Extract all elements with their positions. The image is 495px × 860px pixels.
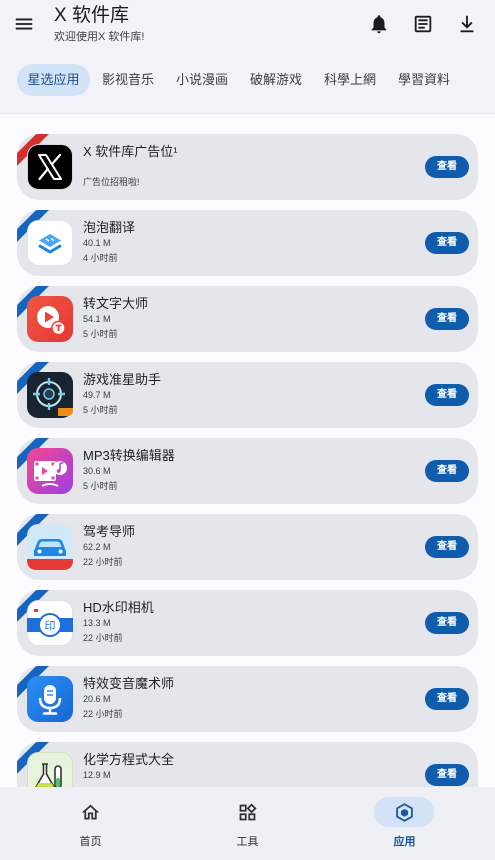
app-card[interactable]: 驾考导师 62.2 M 22 小时前 查看 bbox=[17, 514, 478, 580]
app-time: 22 小时前 bbox=[83, 633, 123, 643]
app-card[interactable]: 特效变音魔术师 20.6 M 22 小时前 查看 bbox=[17, 666, 478, 732]
bell-icon[interactable] bbox=[368, 13, 390, 35]
app-time: 22 小时前 bbox=[83, 709, 123, 719]
nav-label: 首页 bbox=[79, 836, 102, 848]
app-time: 5 小时前 bbox=[83, 405, 118, 415]
watermark-camera-icon: 印 bbox=[27, 600, 73, 646]
app-size: 49.7 M bbox=[83, 390, 111, 400]
crosshair-icon bbox=[27, 372, 73, 418]
app-name: 泡泡翻译 bbox=[83, 220, 136, 235]
app-name: 特效变音魔术师 bbox=[83, 676, 175, 691]
app-card[interactable]: 转文字大师 54.1 M 5 小时前 查看 bbox=[17, 286, 478, 352]
nav-item-home[interactable]: 首页 bbox=[12, 787, 169, 860]
view-button[interactable]: 查看 bbox=[425, 536, 469, 558]
tab-vpn[interactable]: 科學上網 bbox=[313, 64, 387, 96]
view-button[interactable]: 查看 bbox=[425, 156, 469, 178]
app-name: X 软件库广告位¹ bbox=[83, 144, 178, 159]
view-button[interactable]: 查看 bbox=[425, 232, 469, 254]
app-size: 62.2 M bbox=[83, 542, 111, 552]
app-note: 广告位招租啦! bbox=[83, 177, 140, 187]
tools-icon bbox=[217, 797, 277, 827]
app-card[interactable]: 泡泡翻译 40.1 M 4 小时前 查看 bbox=[17, 210, 478, 276]
app-list: X 软件库广告位¹ 广告位招租啦! 查看 泡泡翻译 40.1 M 4 小时前 查… bbox=[17, 134, 478, 818]
app-name: MP3转换编辑器 bbox=[83, 448, 175, 463]
view-button[interactable]: 查看 bbox=[425, 612, 469, 634]
app-time: 4 小时前 bbox=[83, 253, 118, 263]
document-icon[interactable] bbox=[412, 13, 434, 35]
app-name: 转文字大师 bbox=[83, 296, 149, 311]
nav-label: 工具 bbox=[236, 836, 259, 848]
view-button[interactable]: 查看 bbox=[425, 384, 469, 406]
app-size: 30.6 M bbox=[83, 466, 111, 476]
app-name: HD水印相机 bbox=[83, 600, 154, 615]
apps-icon bbox=[374, 797, 434, 827]
tab-cracked-games[interactable]: 破解游戏 bbox=[239, 64, 313, 96]
app-card[interactable]: 游戏准星助手 49.7 M 5 小时前 查看 bbox=[17, 362, 478, 428]
bottom-navigation: 首页 工具 应用 bbox=[0, 787, 495, 860]
car-icon bbox=[27, 524, 73, 570]
icon-glyph: 印 bbox=[45, 620, 56, 633]
tab-learning[interactable]: 學習資料 bbox=[387, 64, 461, 96]
category-tabs: 星选应用 影视音乐 小说漫画 破解游戏 科學上網 學習資料 bbox=[17, 64, 461, 96]
app-size: 54.1 M bbox=[83, 314, 111, 324]
microphone-icon bbox=[27, 676, 73, 722]
speech-to-text-icon bbox=[27, 296, 73, 342]
view-button[interactable]: 查看 bbox=[425, 460, 469, 482]
app-subtitle: 欢迎使用X 软件库! bbox=[54, 31, 145, 43]
view-button[interactable]: 查看 bbox=[425, 308, 469, 330]
app-name: 化学方程式大全 bbox=[83, 752, 175, 767]
app-size: 20.6 M bbox=[83, 694, 111, 704]
mp3-editor-icon bbox=[27, 448, 73, 494]
app-size: 40.1 M bbox=[83, 238, 111, 248]
download-icon[interactable] bbox=[456, 13, 478, 35]
app-name: 游戏准星助手 bbox=[83, 372, 162, 387]
app-time: 5 小时前 bbox=[83, 481, 118, 491]
app-name: 驾考导师 bbox=[83, 524, 136, 539]
bubble-translate-icon bbox=[27, 220, 73, 266]
nav-item-tools[interactable]: 工具 bbox=[169, 787, 326, 860]
app-time: 22 小时前 bbox=[83, 557, 123, 567]
tab-video-music[interactable]: 影视音乐 bbox=[91, 64, 165, 96]
app-time: 5 小时前 bbox=[83, 329, 118, 339]
app-title: X 软件库 bbox=[54, 5, 129, 26]
app-header: X 软件库 欢迎使用X 软件库! 星选应用 影视音乐 小说漫画 破解游戏 科學上… bbox=[0, 0, 495, 114]
home-icon bbox=[60, 797, 120, 827]
nav-label: 应用 bbox=[393, 836, 416, 848]
view-button[interactable]: 查看 bbox=[425, 688, 469, 710]
app-size: 12.9 M bbox=[83, 770, 111, 780]
app-size: 13.3 M bbox=[83, 618, 111, 628]
menu-icon[interactable] bbox=[13, 13, 35, 35]
x-logo-icon bbox=[27, 144, 73, 190]
view-button[interactable]: 查看 bbox=[425, 764, 469, 786]
app-card[interactable]: X 软件库广告位¹ 广告位招租啦! 查看 bbox=[17, 134, 478, 200]
tab-featured-apps[interactable]: 星选应用 bbox=[17, 64, 90, 96]
app-card[interactable]: MP3转换编辑器 30.6 M 5 小时前 查看 bbox=[17, 438, 478, 504]
app-card[interactable]: 印 HD水印相机 13.3 M 22 小时前 查看 bbox=[17, 590, 478, 656]
tab-novels-comics[interactable]: 小说漫画 bbox=[165, 64, 239, 96]
nav-item-apps[interactable]: 应用 bbox=[326, 787, 483, 860]
